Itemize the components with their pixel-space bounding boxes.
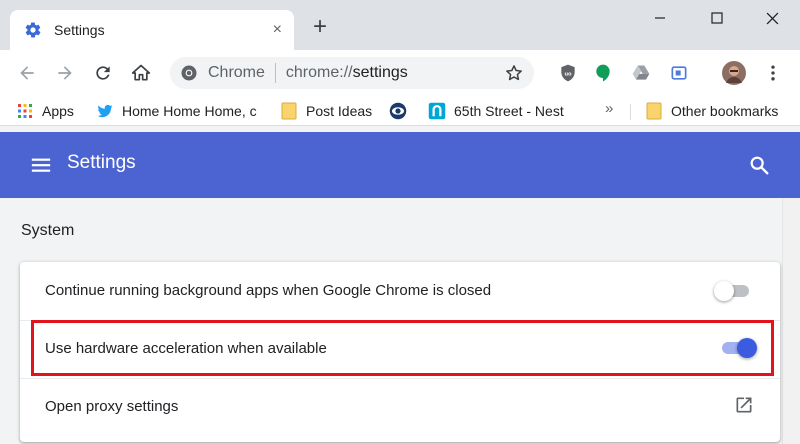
twitter-bird-icon [96,102,114,120]
maximize-button[interactable] [697,6,737,30]
minimize-icon [655,17,665,19]
setting-row-background-apps[interactable]: Continue running background apps when Go… [20,262,780,320]
profile-avatar-button[interactable] [721,60,747,86]
hamburger-menu-icon[interactable] [30,154,52,176]
tab-close-icon[interactable]: × [273,20,282,40]
section-title-system: System [21,222,75,239]
cast-extension-button[interactable] [666,60,692,86]
extension-tab-icon [671,66,687,80]
page-title: Settings [67,152,136,173]
bookmark-label: Post Ideas [306,103,373,119]
apps-grid-icon [16,102,34,120]
ublock-shield-icon: uo [561,64,575,82]
bookmark-other-bookmarks[interactable]: Other bookmarks [645,100,778,122]
back-arrow-icon [20,66,34,80]
bookmark-apps[interactable]: Apps [16,100,74,122]
more-vert-icon [771,65,775,81]
bookmark-post-ideas[interactable]: Post Ideas [280,100,372,122]
home-icon [131,64,151,81]
setting-label: Continue running background apps when Go… [45,282,492,299]
hangouts-bubble-icon [596,64,610,82]
maximize-icon [711,12,723,24]
tab-settings[interactable]: Settings × [10,10,294,50]
toolbar: Chrome chrome://settings uo [0,50,800,96]
svg-text:uo: uo [564,72,572,78]
url-text: chrome://settings [286,64,408,82]
forward-button[interactable] [52,60,78,86]
title-bar: Settings × + [0,0,800,50]
close-icon [766,12,778,24]
drive-extension-button[interactable] [628,60,654,86]
setting-label: Open proxy settings [45,398,179,415]
external-link-icon[interactable] [734,395,754,415]
bookmark-label: Home Home Home, c [122,103,257,119]
eye-logo-icon [389,102,407,120]
new-tab-button[interactable]: + [307,15,333,41]
minimize-button[interactable] [640,6,680,30]
chrome-logo-icon [181,65,197,81]
chrome-menu-button[interactable] [760,60,786,86]
bookmarks-bar: Apps Home Home Home, c Post Ideas 65th S… [0,96,800,126]
google-drive-icon [632,65,650,80]
settings-gear-icon [24,21,42,39]
search-icon[interactable] [748,154,770,176]
reload-button[interactable] [90,60,116,86]
setting-row-open-proxy-settings[interactable]: Open proxy settings [20,378,780,436]
background-apps-toggle[interactable] [714,281,752,301]
folder-icon [645,102,663,120]
address-bar[interactable]: Chrome chrome://settings [170,57,534,89]
avatar [722,61,746,85]
bookmark-label: 65th Street - Nest [454,103,564,119]
more-bookmarks-chevron-icon[interactable]: » [605,100,613,117]
url-scheme: chrome:// [285,64,353,81]
omnibox-divider [274,63,276,83]
bookmark-star-icon[interactable] [504,63,524,83]
bookmark-home-home-home[interactable]: Home Home Home, c [96,100,260,122]
bookmark-eye[interactable] [389,100,415,122]
reload-icon [96,66,110,80]
site-name: Chrome [208,64,265,81]
scrollbar[interactable] [782,198,800,444]
back-button[interactable] [14,60,40,86]
url-path: settings [352,64,408,81]
folder-icon [280,102,298,120]
hangouts-extension-button[interactable] [590,60,616,86]
forward-arrow-icon [58,66,72,80]
highlight-box [31,320,774,376]
home-button[interactable] [128,60,154,86]
close-window-button[interactable] [752,6,792,30]
toggle-knob [714,281,734,301]
bookmark-label: Other bookmarks [671,103,779,119]
tab-title: Settings [54,22,105,38]
nest-logo-icon [428,102,446,120]
bookmark-65th-street-nest[interactable]: 65th Street - Nest [428,100,564,122]
ublock-extension-button[interactable]: uo [555,60,581,86]
settings-header: Settings [0,132,800,198]
bookmark-label: Apps [42,103,74,119]
bookmarks-divider [630,104,631,120]
